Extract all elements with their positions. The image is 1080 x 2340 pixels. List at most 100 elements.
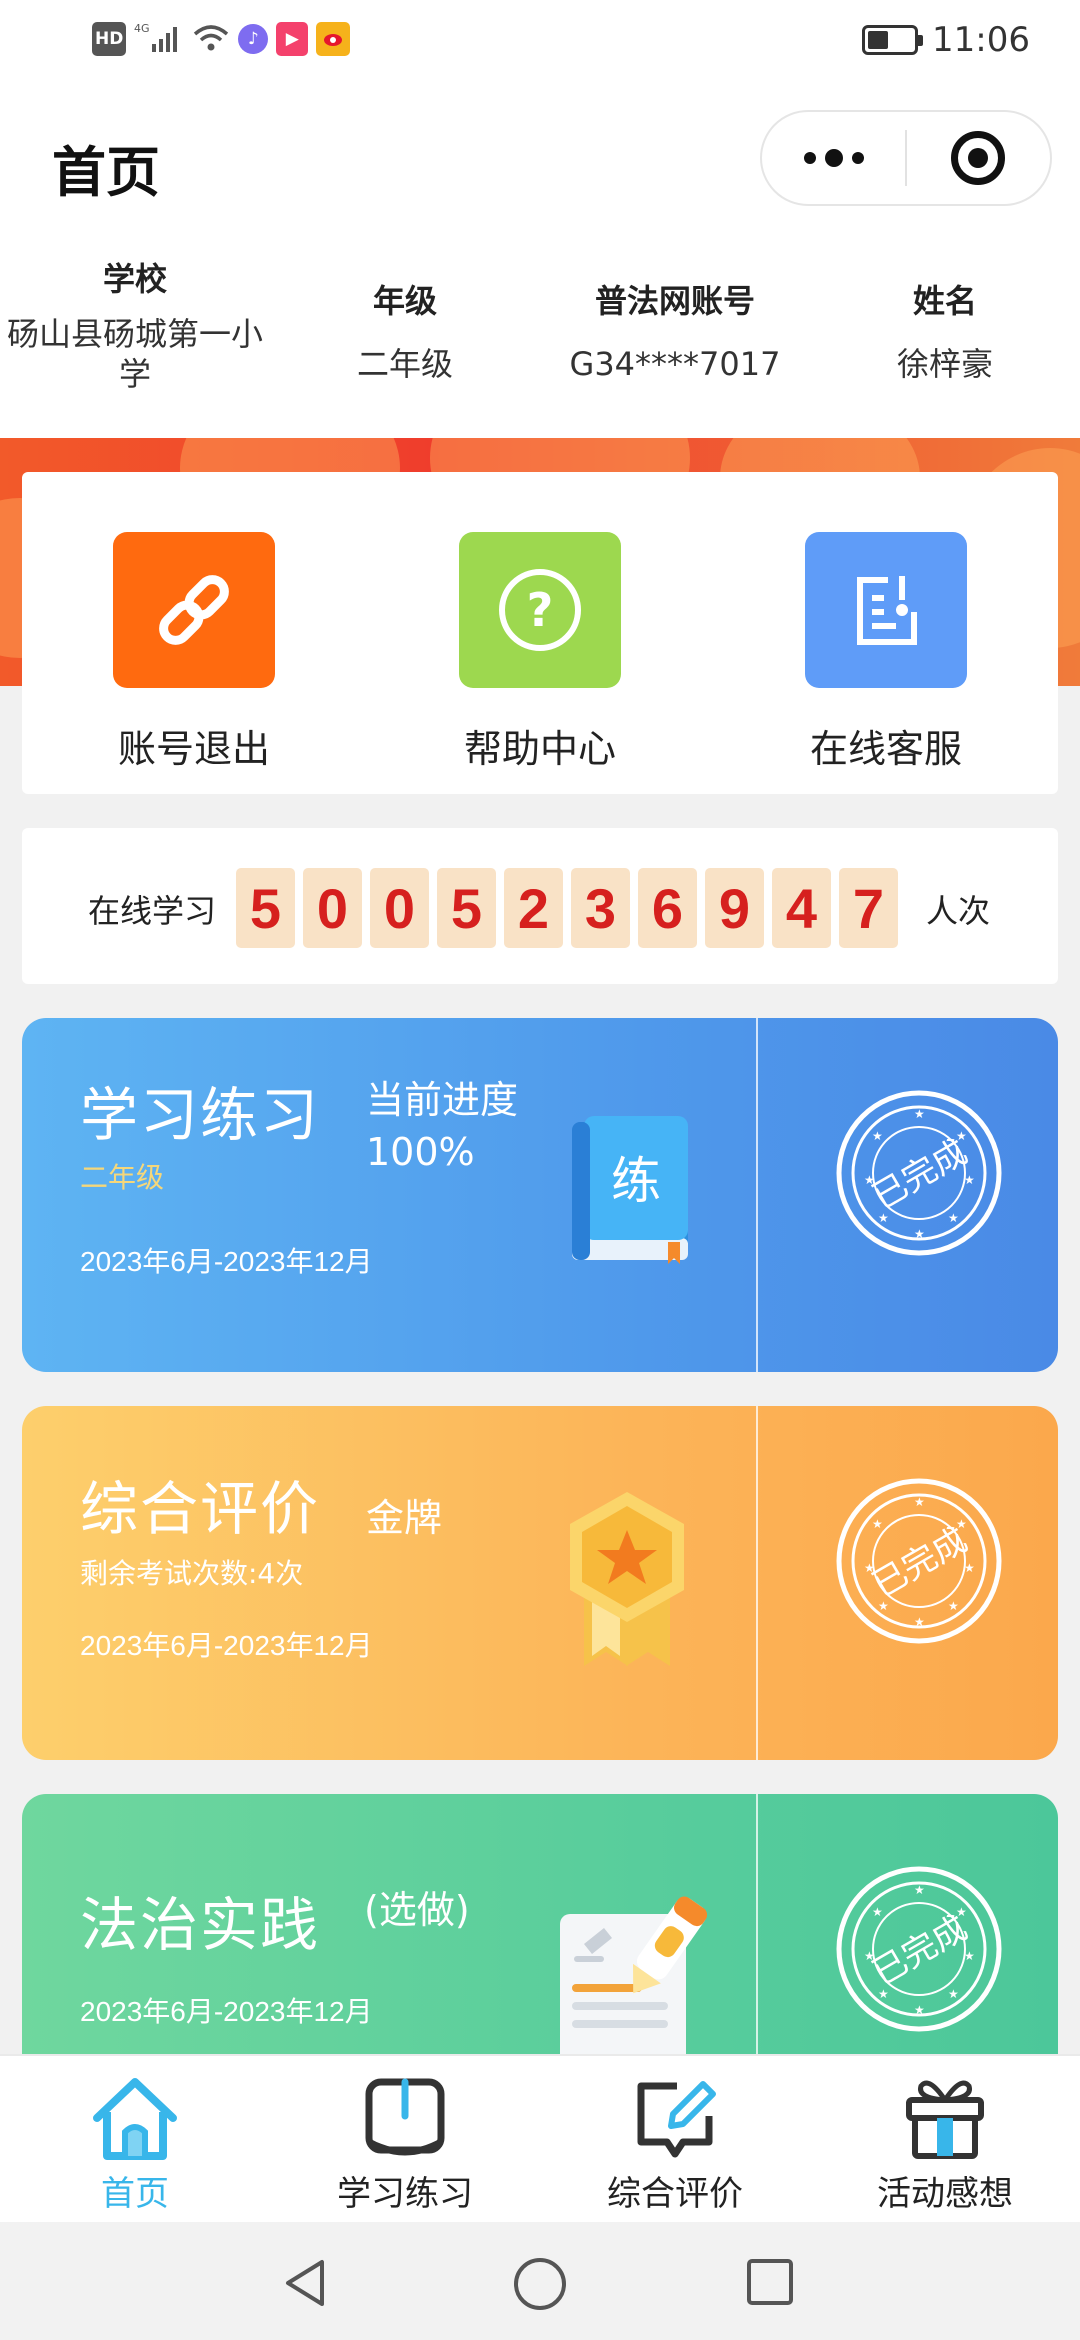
document-edit-icon <box>805 532 967 688</box>
recents-icon[interactable] <box>744 2256 796 2308</box>
law-practice-card[interactable]: 法治实践 (选做) 2023年6月-2023年12月 ★ ★ ★ ★ ★ ★ ★ ★ 已完成 <box>22 1794 1058 2054</box>
card-divider <box>756 1018 758 1372</box>
back-icon[interactable] <box>280 2256 334 2310</box>
study-card-grade: 二年级 <box>80 1161 165 1194</box>
book-icon <box>365 2078 445 2156</box>
account-value: G34****7017 <box>569 345 781 383</box>
comprehensive-evaluation-card[interactable]: 综合评价 金牌 剩余考试次数:4次 2023年6月-2023年12月 ★ ★ ★ ★ ★… <box>22 1406 1058 1760</box>
counter-digit: 3 <box>571 868 630 948</box>
school-label: 学校 <box>102 260 167 298</box>
account-column: 普法网账号 G34****7017 <box>540 228 810 384</box>
bottom-tab-bar: 首页 学习练习 综合评价 活动感想 <box>0 2054 1080 2222</box>
study-card-title: 学习练习 <box>80 1081 321 1149</box>
svg-text:练: 练 <box>611 1152 661 1210</box>
online-study-counter: 在线学习 5 0 0 5 2 3 6 9 4 7 人次 <box>22 828 1058 984</box>
counter-digit: 6 <box>638 868 697 948</box>
school-value: 砀山县砀城第一小学 <box>6 315 263 393</box>
svg-text:★: ★ <box>914 1227 925 1241</box>
study-progress: 当前进度 100% <box>366 1074 518 1178</box>
study-practice-card[interactable]: 学习练习 当前进度 100% 二年级 2023年6月-2023年12月 练 ★ ★… <box>22 1018 1058 1372</box>
nav-bar: 首页 <box>0 88 1080 228</box>
study-progress-label: 当前进度 <box>366 1078 519 1122</box>
practice-card-title: 法治实践 <box>80 1891 321 1959</box>
grade-label: 年级 <box>372 282 437 320</box>
video-app-icon: ▶ <box>276 22 309 56</box>
svg-text:★: ★ <box>914 2003 925 2017</box>
customer-service-button[interactable]: 在线客服 <box>786 532 986 773</box>
evaluation-card-dates: 2023年6月-2023年12月 <box>80 1630 373 1661</box>
svg-text:★: ★ <box>948 1599 959 1613</box>
completed-stamp-icon: ★★ ★★ ★★ ★★ 已完成 <box>836 1478 1002 1644</box>
status-bar: HD 4G ♪ ▶ 11:06 <box>0 0 1080 88</box>
more-dot-icon <box>803 152 816 164</box>
tab-activity-reflection-label: 活动感想 <box>877 2174 1013 2214</box>
music-app-icon: ♪ <box>238 24 269 54</box>
target-icon <box>951 131 1006 185</box>
tab-home[interactable]: 首页 <box>0 2072 270 2215</box>
svg-text:★: ★ <box>964 1173 975 1187</box>
school-column: 学校 砀山县砀城第一小学 <box>0 228 270 394</box>
svg-text:★: ★ <box>914 1615 925 1629</box>
counter-digits: 5 0 0 5 2 3 6 9 4 7 <box>236 868 898 948</box>
card-divider <box>756 1794 758 2054</box>
tab-activity-reflection[interactable]: 活动感想 <box>810 2072 1080 2215</box>
question-icon: ? <box>459 532 621 688</box>
more-menu-button[interactable] <box>762 149 905 167</box>
svg-text:★: ★ <box>872 1517 883 1531</box>
counter-digit: 9 <box>705 868 764 948</box>
gold-medal-icon <box>570 1492 684 1666</box>
wifi-icon <box>194 25 229 51</box>
practice-optional-tag: (选做) <box>364 1888 470 1932</box>
evaluation-medal-status: 金牌 <box>366 1496 443 1540</box>
name-column: 姓名 徐梓豪 <box>810 228 1080 384</box>
counter-lead: 在线学习 <box>88 892 217 930</box>
completed-stamp-icon: ★★ ★★ ★★ ★★ 已完成 <box>836 1866 1002 2032</box>
edit-icon <box>637 2081 716 2158</box>
tab-study-practice-label: 学习练习 <box>337 2174 473 2214</box>
gift-icon <box>906 2080 984 2159</box>
weibo-icon <box>316 22 351 56</box>
evaluation-remaining-attempts: 剩余考试次数:4次 <box>80 1557 304 1590</box>
tab-home-label: 首页 <box>101 2174 169 2214</box>
link-icon <box>113 532 275 688</box>
close-mini-program-button[interactable] <box>907 131 1050 185</box>
logout-label: 账号退出 <box>117 727 270 771</box>
tab-study-practice[interactable]: 学习练习 <box>270 2072 540 2215</box>
battery-icon <box>862 25 924 55</box>
profile-info: 学校 砀山县砀城第一小学 年级 二年级 普法网账号 G34****7017 姓名… <box>0 228 1080 438</box>
clock: 11:06 <box>932 20 1030 60</box>
more-dot-icon <box>851 152 864 164</box>
svg-text:★: ★ <box>914 1495 925 1509</box>
counter-digit: 5 <box>236 868 295 948</box>
page-title: 首页 <box>52 141 160 204</box>
practice-card-dates: 2023年6月-2023年12月 <box>80 1996 373 2027</box>
svg-text:★: ★ <box>964 1949 975 1963</box>
account-label: 普法网账号 <box>594 282 755 320</box>
svg-text:★: ★ <box>914 1883 925 1897</box>
counter-digit: 0 <box>370 868 429 948</box>
counter-digit: 5 <box>437 868 496 948</box>
study-card-dates: 2023年6月-2023年12月 <box>80 1246 373 1277</box>
counter-digit: 4 <box>772 868 831 948</box>
counter-digit: 2 <box>504 868 563 948</box>
tab-evaluation[interactable]: 综合评价 <box>540 2072 810 2215</box>
tab-evaluation-label: 综合评价 <box>607 2174 743 2214</box>
name-label: 姓名 <box>912 282 977 320</box>
name-value: 徐梓豪 <box>896 345 993 383</box>
certificate-pen-icon <box>560 1896 708 2054</box>
svg-text:4G: 4G <box>134 22 150 35</box>
grade-value: 二年级 <box>356 345 453 383</box>
home-circle-icon[interactable] <box>512 2256 568 2312</box>
quick-menu: 账号退出 ? 帮助中心 在线客服 <box>22 472 1058 794</box>
grade-column: 年级 二年级 <box>270 228 540 384</box>
logout-button[interactable]: 账号退出 <box>94 532 294 773</box>
system-navigation-bar <box>0 2222 1080 2340</box>
help-center-button[interactable]: ? 帮助中心 <box>440 532 640 773</box>
svg-text:★: ★ <box>948 1987 959 2001</box>
study-progress-value: 100% <box>366 1130 475 1174</box>
mini-program-capsule <box>760 110 1052 206</box>
evaluation-card-title: 综合评价 <box>80 1475 321 1543</box>
counter-digit: 7 <box>839 868 898 948</box>
help-center-label: 帮助中心 <box>463 727 616 771</box>
counter-digit: 0 <box>303 868 362 948</box>
